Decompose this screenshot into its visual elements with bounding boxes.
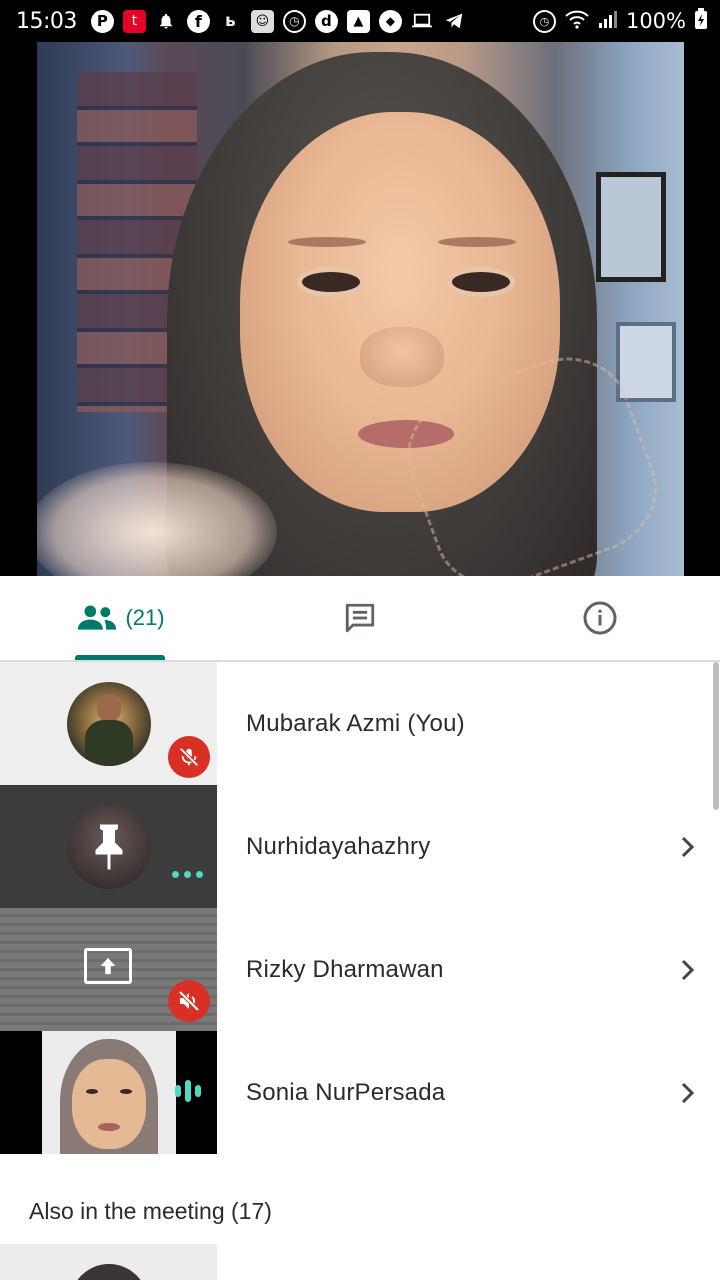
chat-icon xyxy=(345,603,375,633)
avatar xyxy=(70,1264,148,1280)
laptop-icon xyxy=(411,10,434,33)
people-count: (21) xyxy=(125,605,165,630)
speaker-video xyxy=(37,42,684,576)
speaking-indicator-icon xyxy=(175,1080,201,1102)
battery-icon xyxy=(694,7,708,35)
wifi-icon xyxy=(564,9,590,34)
participant-tile xyxy=(0,908,217,1031)
eye xyxy=(452,272,510,292)
status-time: 15:03 xyxy=(16,8,77,34)
chevron-right-icon xyxy=(681,1082,695,1103)
chevron-right-icon xyxy=(681,836,695,857)
pinterest-icon: P xyxy=(90,9,114,33)
tab-info[interactable] xyxy=(570,576,630,660)
telkomsel-icon: t xyxy=(122,9,146,33)
eyebrow xyxy=(288,237,366,247)
participant-chevron[interactable] xyxy=(680,785,696,908)
eye xyxy=(302,272,360,292)
status-bar: 15:03 P t f ь ☺ ◷ d ▲ ◆ ◷ 100% xyxy=(0,0,720,42)
meeting-tab-bar: (21) xyxy=(0,576,720,662)
facebook-icon: f xyxy=(186,9,210,33)
eyebrow xyxy=(438,237,516,247)
participant-row[interactable]: Rizky Dharmawan xyxy=(0,908,720,1031)
volume-off-icon xyxy=(178,990,200,1012)
participant-row[interactable]: Nurhidayahazhry xyxy=(0,785,720,908)
list-scrollbar[interactable] xyxy=(713,662,719,810)
participant-row[interactable]: Mubarak Azmi (You) xyxy=(0,662,720,785)
participant-name: Sonia NurPersada xyxy=(246,1078,446,1106)
dana-icon: d xyxy=(314,9,338,33)
tab-people[interactable]: (21) xyxy=(75,576,167,660)
people-icon xyxy=(78,605,117,630)
tab-chat[interactable] xyxy=(330,576,390,660)
gallery-icon: ▲ xyxy=(346,9,370,33)
background-picture-frame xyxy=(596,172,666,282)
participant-name: Rizky Dharmawan xyxy=(246,955,444,983)
active-tab-indicator xyxy=(75,655,165,660)
avatar xyxy=(67,682,151,766)
participant-tile xyxy=(0,662,217,785)
signal-icon xyxy=(598,9,618,34)
alarm-clock-icon: ◷ xyxy=(532,9,556,33)
messenger-icon: ◆ xyxy=(378,9,402,33)
notification-icons: P t f ь ☺ ◷ d ▲ ◆ xyxy=(90,9,466,33)
info-icon xyxy=(583,601,617,635)
presentation-icon xyxy=(84,948,132,984)
bell-icon xyxy=(155,10,178,33)
chevron-right-icon xyxy=(681,959,695,980)
nose xyxy=(360,327,444,387)
more-options-icon[interactable] xyxy=(172,871,203,878)
app-icon: ь xyxy=(225,11,236,31)
participant-tile xyxy=(0,785,217,908)
muted-badge xyxy=(168,736,210,778)
participant-row[interactable]: Sonia NurPersada xyxy=(0,1031,720,1154)
participant-list: Mubarak Azmi (You) Nurhidayahazhry Rizky… xyxy=(0,662,720,1280)
participant-name: Mubarak Azmi (You) xyxy=(246,709,465,737)
participant-tile xyxy=(0,1031,217,1154)
avatar xyxy=(67,805,151,889)
participant-video xyxy=(42,1031,176,1154)
telegram-icon xyxy=(443,10,466,33)
participant-chevron[interactable] xyxy=(680,908,696,1031)
mic-off-icon xyxy=(179,747,199,767)
participant-tile[interactable] xyxy=(0,1244,217,1280)
participant-name: Nurhidayahazhry xyxy=(246,832,431,860)
pin-icon xyxy=(95,824,123,870)
participant-chevron[interactable] xyxy=(680,1031,696,1154)
battery-percent: 100% xyxy=(625,9,686,33)
also-in-meeting-heading: Also in the meeting (17) xyxy=(29,1198,272,1224)
alarm-icon: ◷ xyxy=(282,9,306,33)
main-video-feed[interactable] xyxy=(0,42,720,576)
background-picture-frame xyxy=(616,322,676,402)
muted-badge xyxy=(168,980,210,1022)
game-icon: ☺ xyxy=(250,9,274,33)
